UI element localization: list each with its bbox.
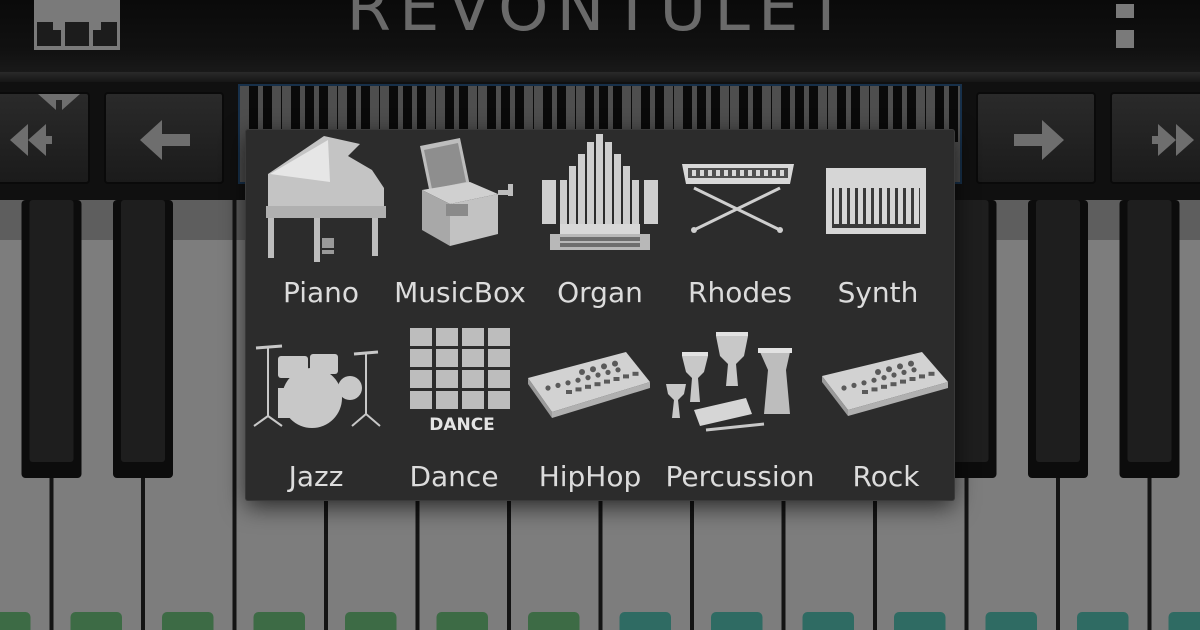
instrument-label: Piano — [282, 276, 360, 309]
instrument-dance[interactable]: DANCE Dance — [384, 326, 524, 498]
key-indicator — [1168, 612, 1200, 630]
pipe-organ-icon — [542, 134, 658, 250]
piano-app: REVONTULET Piano MusicBox Organ Rhodes S… — [0, 0, 1200, 630]
rhodes-keyboard-icon — [682, 164, 794, 233]
instrument-synth[interactable]: Synth — [808, 130, 948, 316]
instrument-label: HipHop — [538, 460, 642, 493]
instrument-jazz[interactable]: Jazz — [246, 326, 386, 498]
instrument-label: Percussion — [665, 460, 815, 493]
percussion-icon — [666, 332, 792, 432]
instrument-rock[interactable]: Rock — [818, 326, 954, 498]
instrument-label: Rock — [852, 460, 920, 493]
key-indicator — [253, 612, 305, 630]
key-indicator — [985, 612, 1037, 630]
octave-down-button[interactable] — [0, 92, 90, 184]
instrument-label: Jazz — [288, 460, 344, 493]
arrow-right-icon — [1014, 120, 1064, 160]
synth-keyboard-icon — [826, 168, 926, 234]
dance-badge: DANCE — [429, 415, 495, 435]
instrument-label: Dance — [409, 460, 499, 493]
double-arrow-right-icon — [1152, 124, 1194, 156]
drum-kit-icon — [253, 344, 381, 428]
double-arrow-left-icon — [10, 94, 80, 156]
key-indicator — [436, 612, 488, 630]
instrument-hiphop[interactable]: HipHop — [522, 326, 658, 498]
grand-piano-icon — [266, 136, 386, 262]
key-indicator — [528, 612, 580, 630]
key-indicator — [162, 612, 214, 630]
overflow-menu-icon[interactable] — [1112, 0, 1138, 54]
instrument-organ[interactable]: Organ — [530, 130, 670, 316]
arrow-left-icon — [140, 120, 190, 160]
key-indicator — [1077, 612, 1129, 630]
instrument-musicbox[interactable]: MusicBox — [390, 130, 530, 316]
instrument-selector-popup: Piano MusicBox Organ Rhodes Synth Jazz D… — [246, 130, 954, 500]
music-box-icon — [420, 138, 513, 246]
instrument-label: Synth — [837, 276, 919, 309]
instrument-rhodes[interactable]: Rhodes — [670, 130, 810, 316]
toolbar-divider — [0, 72, 1200, 82]
key-indicator — [619, 612, 671, 630]
instrument-label: MusicBox — [394, 276, 526, 309]
action-bar: REVONTULET — [0, 0, 1200, 72]
key-indicator — [345, 612, 397, 630]
step-left-button[interactable] — [104, 92, 224, 184]
dance-pad-icon: DANCE — [410, 328, 510, 435]
app-title: REVONTULET — [346, 0, 854, 46]
drum-machine-icon — [528, 352, 650, 418]
octave-up-button[interactable] — [1110, 92, 1200, 184]
key-indicator — [802, 612, 854, 630]
key-indicator — [894, 612, 946, 630]
key-indicator — [70, 612, 122, 630]
key-indicator — [711, 612, 763, 630]
instrument-label: Rhodes — [688, 276, 792, 309]
groovebox-icon — [822, 352, 948, 416]
key-indicator — [0, 612, 31, 630]
step-right-button[interactable] — [976, 92, 1096, 184]
instrument-percussion[interactable]: Percussion — [660, 326, 820, 498]
instrument-label: Organ — [557, 276, 643, 309]
instrument-piano[interactable]: Piano — [252, 130, 390, 316]
